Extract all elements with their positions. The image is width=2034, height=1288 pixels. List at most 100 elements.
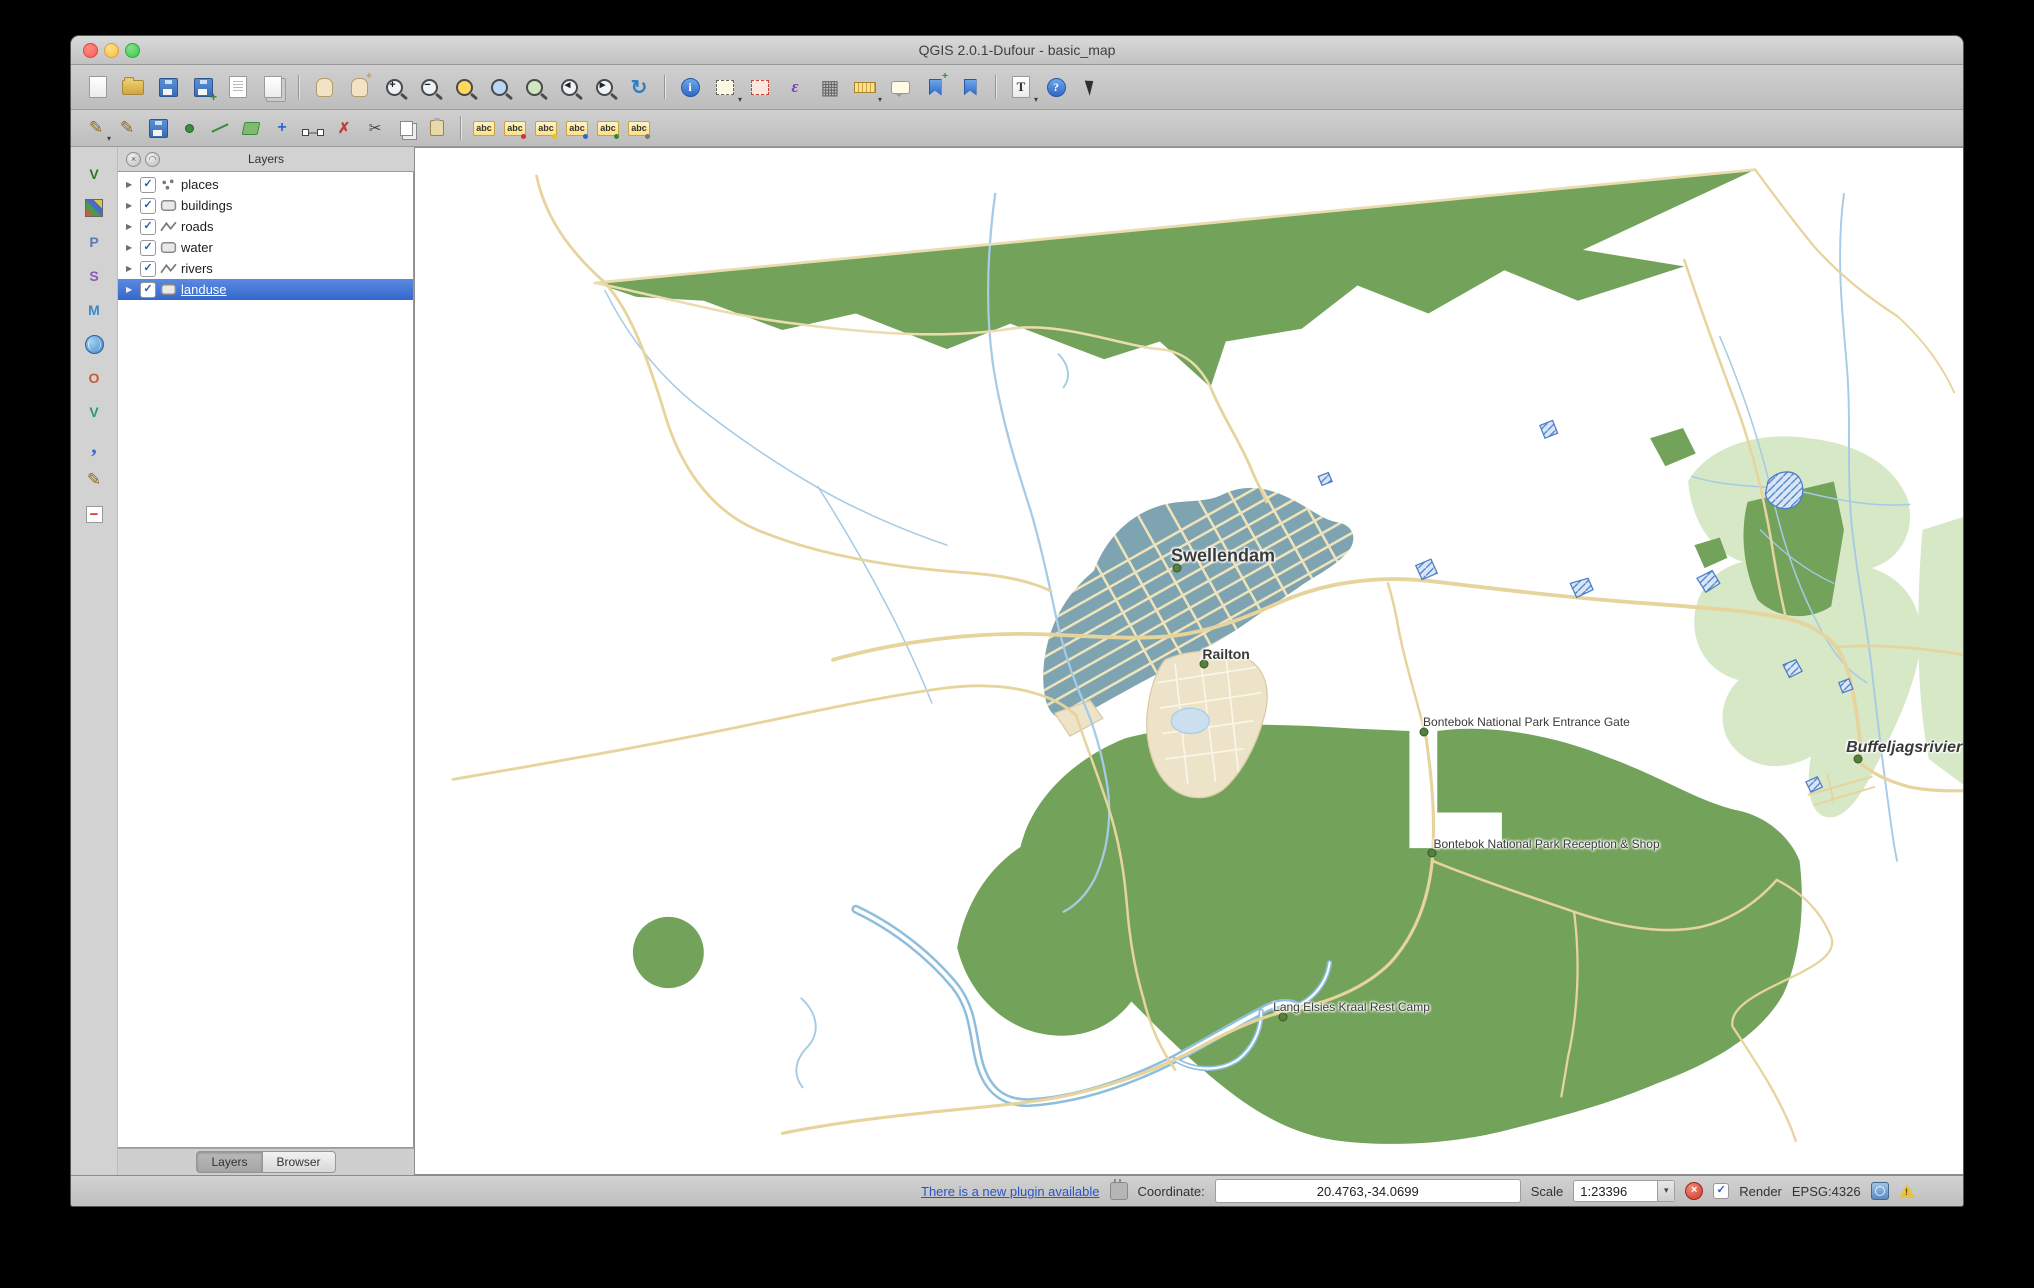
layers-panel-header: × ◠ Layers: [118, 147, 414, 171]
layer-item-roads[interactable]: ▶✓roads: [118, 216, 413, 237]
remove-layer-icon[interactable]: −: [81, 501, 107, 527]
label-move-icon[interactable]: abc: [564, 115, 590, 141]
add-wms-layer-icon[interactable]: [81, 331, 107, 357]
select-features-icon[interactable]: ▾: [710, 72, 740, 102]
add-oracle-layer-icon[interactable]: O: [81, 365, 107, 391]
layer-label: water: [181, 240, 213, 255]
labeling-icon[interactable]: abc: [471, 115, 497, 141]
layer-item-rivers[interactable]: ▶ ✓ rivers: [118, 258, 413, 279]
measure-icon[interactable]: ▾: [850, 72, 880, 102]
scale-combo[interactable]: 1:23396 ▾: [1573, 1180, 1675, 1202]
layer-visibility-checkbox[interactable]: ✓: [140, 219, 156, 235]
label-properties-icon[interactable]: abc: [626, 115, 652, 141]
layer-item-landuse[interactable]: ▶✓landuse: [118, 279, 413, 300]
layer-label: rivers: [181, 261, 213, 276]
save-layer-edits-icon[interactable]: [145, 115, 171, 141]
show-bookmarks-icon[interactable]: [955, 72, 985, 102]
stop-render-icon[interactable]: ×: [1685, 1182, 1703, 1200]
capture-polygon-icon[interactable]: [238, 115, 264, 141]
layer-visibility-checkbox[interactable]: ✓: [140, 177, 156, 193]
refresh-map-icon[interactable]: ↻: [624, 72, 654, 102]
disclosure-triangle-icon[interactable]: ▶: [126, 264, 136, 273]
pan-to-selection-icon[interactable]: [344, 72, 374, 102]
main-toolbar: +−◂▸↻i▾ε▦▾T▾?: [71, 65, 1963, 110]
add-mssql-layer-icon[interactable]: M: [81, 297, 107, 323]
select-by-expression-icon[interactable]: ε: [780, 72, 810, 102]
help-icon[interactable]: ?: [1041, 72, 1071, 102]
scale-dropdown-icon[interactable]: ▾: [1657, 1181, 1674, 1201]
composer-manager-icon[interactable]: [258, 72, 288, 102]
layer-type-icon: [160, 241, 177, 254]
add-postgis-layer-icon[interactable]: P: [81, 229, 107, 255]
pan-map-icon[interactable]: [309, 72, 339, 102]
add-spatialite-layer-icon[interactable]: S: [81, 263, 107, 289]
whats-this-icon[interactable]: [1076, 72, 1106, 102]
capture-point-icon[interactable]: [176, 115, 202, 141]
coordinate-label: Coordinate:: [1138, 1184, 1205, 1199]
new-project-icon[interactable]: [83, 72, 113, 102]
layer-visibility-checkbox[interactable]: ✓: [140, 240, 156, 256]
new-bookmark-icon[interactable]: [920, 72, 950, 102]
add-wfs-layer-icon[interactable]: V: [81, 399, 107, 425]
zoom-last-icon[interactable]: ◂: [554, 72, 584, 102]
attribute-table-icon[interactable]: ▦: [815, 72, 845, 102]
save-project-icon[interactable]: [153, 72, 183, 102]
add-raster-layer-icon[interactable]: [81, 195, 107, 221]
label-rotate-icon[interactable]: abc: [595, 115, 621, 141]
open-project-icon[interactable]: [118, 72, 148, 102]
render-label: Render: [1739, 1184, 1782, 1199]
add-delimited-text-layer-icon[interactable]: ,: [81, 433, 107, 459]
disclosure-triangle-icon[interactable]: ▶: [126, 222, 136, 231]
plugin-icon[interactable]: [1110, 1182, 1128, 1200]
disclosure-triangle-icon[interactable]: ▶: [126, 243, 136, 252]
crs-status-icon[interactable]: [1871, 1182, 1889, 1200]
zoom-out-icon[interactable]: −: [414, 72, 444, 102]
new-shapefile-layer-icon[interactable]: ✎: [81, 467, 107, 493]
text-annotation-icon[interactable]: T▾: [1006, 72, 1036, 102]
label-highlight-icon[interactable]: abc: [533, 115, 559, 141]
layer-visibility-checkbox[interactable]: ✓: [140, 261, 156, 277]
zoom-to-layer-icon[interactable]: [519, 72, 549, 102]
identify-features-icon[interactable]: i: [675, 72, 705, 102]
layer-item-buildings[interactable]: ▶ ✓ buildings: [118, 195, 413, 216]
label-pin-icon[interactable]: abc: [502, 115, 528, 141]
disclosure-triangle-icon[interactable]: ▶: [126, 201, 136, 210]
delete-selected-icon[interactable]: ✗: [331, 115, 357, 141]
deselect-features-icon[interactable]: [745, 72, 775, 102]
render-checkbox[interactable]: ✓: [1713, 1183, 1729, 1199]
map-canvas[interactable]: SwellendamRailtonBontebok National Park …: [414, 147, 1963, 1175]
paste-features-icon[interactable]: [424, 115, 450, 141]
cut-features-icon[interactable]: ✂: [362, 115, 388, 141]
zoom-to-selection-icon[interactable]: [484, 72, 514, 102]
status-bar: There is a new plugin available Coordina…: [71, 1175, 1963, 1206]
panel-tab-browser[interactable]: Browser: [263, 1151, 336, 1173]
layers-panel-title: Layers: [118, 147, 414, 171]
layer-item-places[interactable]: ▶✓places: [118, 174, 413, 195]
add-vector-layer-icon[interactable]: V: [81, 161, 107, 187]
message-log-icon[interactable]: [1899, 1183, 1915, 1199]
layers-panel: × ◠ Layers ▶✓places▶✓buildings▶✓roads▶✓w…: [117, 147, 414, 1175]
zoom-full-icon[interactable]: [449, 72, 479, 102]
layer-visibility-checkbox[interactable]: ✓: [140, 198, 156, 214]
layer-item-water[interactable]: ▶ ✓ water: [118, 237, 413, 258]
copy-features-icon[interactable]: [393, 115, 419, 141]
coordinate-input[interactable]: [1215, 1179, 1521, 1203]
zoom-in-icon[interactable]: +: [379, 72, 409, 102]
save-project-as-icon[interactable]: [188, 72, 218, 102]
node-tool-icon[interactable]: [300, 115, 326, 141]
capture-line-icon[interactable]: [207, 115, 233, 141]
qgis-window: QGIS 2.0.1-Dufour - basic_map +−◂▸↻i▾ε▦▾…: [71, 36, 1963, 1206]
new-composer-icon[interactable]: [223, 72, 253, 102]
move-feature-icon[interactable]: +: [269, 115, 295, 141]
current-edits-icon[interactable]: ✎▾: [83, 115, 109, 141]
zoom-next-icon[interactable]: ▸: [589, 72, 619, 102]
toggle-editing-icon[interactable]: ✎: [114, 115, 140, 141]
new-plugin-link[interactable]: There is a new plugin available: [921, 1184, 1100, 1199]
panel-tab-layers[interactable]: Layers: [196, 1151, 262, 1173]
map-tips-icon[interactable]: [885, 72, 915, 102]
disclosure-triangle-icon[interactable]: ▶: [126, 285, 136, 294]
layer-label: buildings: [181, 198, 232, 213]
layer-visibility-checkbox[interactable]: ✓: [140, 282, 156, 298]
disclosure-triangle-icon[interactable]: ▶: [126, 180, 136, 189]
toolbar-separator: [298, 75, 299, 99]
